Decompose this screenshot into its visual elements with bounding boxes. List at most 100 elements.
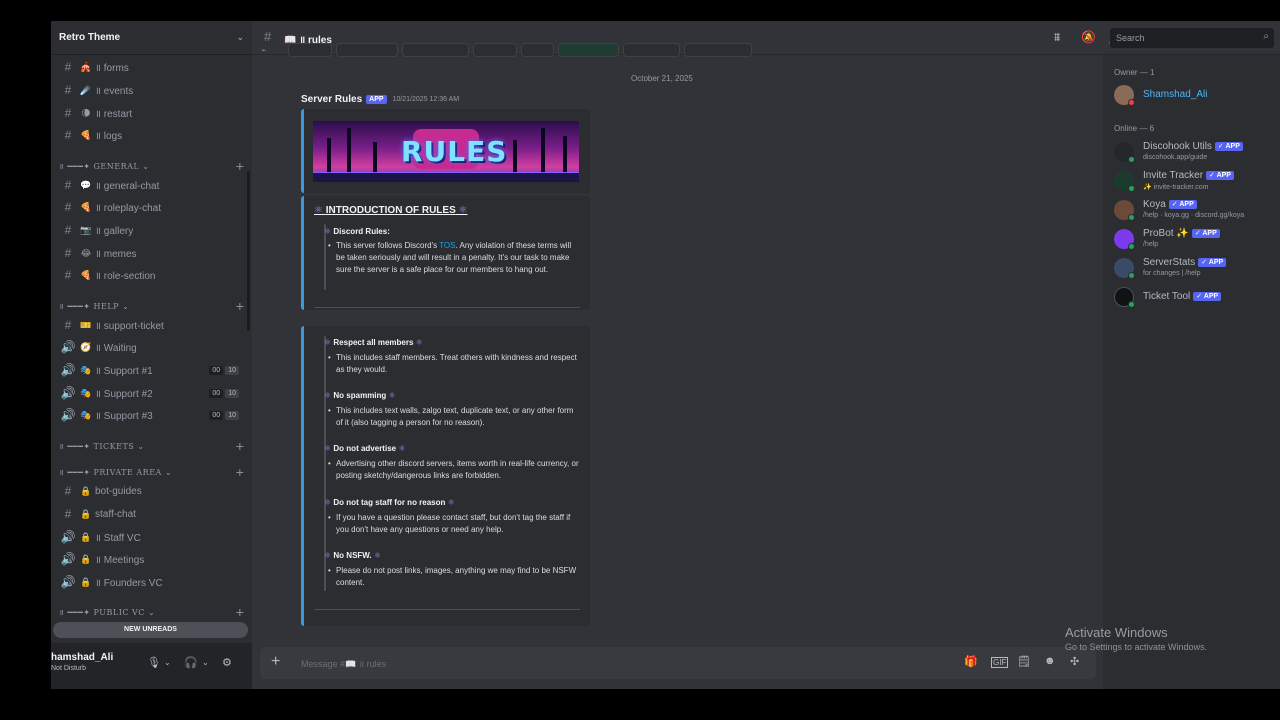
tag-pill[interactable] (623, 43, 680, 57)
category-tickets[interactable]: ॥ ━━━✦ TICKETS ⌄ + (59, 439, 245, 453)
channel-support-ticket[interactable]: # 🎫 ॥ support-ticket (55, 315, 245, 335)
channel-label: ॥ Support #3 (95, 411, 153, 422)
channel-label: ॥ restart (95, 109, 133, 120)
channel-forms[interactable]: # 🎪 ॥ forms (55, 57, 245, 77)
plus-icon[interactable]: + (235, 300, 245, 313)
member-activity: discohook.app/guide (1143, 154, 1208, 161)
tag-pill[interactable] (521, 43, 554, 57)
rule-title-text: Respect all members (333, 338, 414, 347)
sticker-icon[interactable]: 🗒 (1017, 655, 1031, 668)
emoji-icon[interactable]: ☻ (1044, 655, 1056, 667)
username[interactable]: hamshad_Ali (51, 652, 113, 663)
chevron-down-icon: ⌄ (236, 32, 244, 42)
category-label: ॥ ━━━✦ PUBLIC VC ⌄ (59, 607, 156, 617)
sparkle-icon: ⚛ (314, 205, 326, 216)
sidebar-scrollbar[interactable] (247, 171, 250, 331)
category-private-area[interactable]: ॥ ━━━✦ PRIVATE AREA ⌄ + (59, 465, 245, 479)
notification-bell-icon[interactable]: 🔕 (1081, 30, 1096, 44)
user-status: Not Disturb (51, 665, 87, 672)
chevron-down-icon[interactable]: ⌄ (164, 658, 171, 667)
channel-label: ॥ roleplay-chat (95, 203, 162, 214)
tag-pill[interactable] (558, 43, 619, 57)
headphones-icon[interactable]: 🎧 (184, 656, 198, 669)
channel-events[interactable]: # ☄️ ॥ events (55, 80, 245, 100)
threads-icon[interactable]: ⩩ (1054, 30, 1060, 45)
apps-icon[interactable]: ✣ (1070, 655, 1079, 668)
intro-title-text: INTRODUCTION OF RULES (325, 205, 456, 216)
voice-channel-support-1[interactable]: 🔊 🎭 ॥ Support #1 00 10 (55, 360, 245, 380)
channel-restart[interactable]: # 🌘 ॥ restart (55, 103, 245, 123)
voice-channel-meetings[interactable]: 🔊 🔒 ॥ Meetings (55, 549, 245, 569)
online-status-dot (1128, 214, 1135, 221)
tos-link[interactable]: TOS (439, 241, 455, 250)
new-unreads-button[interactable]: NEW UNREADS (53, 622, 248, 638)
channel-role-section[interactable]: # 🍕 ॥ role-section (55, 265, 245, 285)
channel-bot-guides[interactable]: # 🔒 bot-guides (55, 481, 245, 501)
intro-subtitle: ⚛ Discord Rules: (324, 227, 390, 236)
member-name: Shamshad_Ali (1143, 89, 1208, 100)
channel-label: ॥ Support #2 (95, 389, 153, 400)
microphone-icon[interactable]: 🎙 (147, 656, 161, 669)
speaker-icon: 🔊 (60, 408, 76, 422)
member-koya[interactable]: Koya ✓ APP /help · koya.gg · discord.gg/k… (1114, 197, 1279, 223)
category-label: ॥ ━━━✦ GENERAL ⌄ (59, 161, 150, 171)
rules-banner-image[interactable]: RULES (313, 121, 579, 182)
plus-icon[interactable]: + (235, 160, 245, 173)
plus-icon[interactable]: + (235, 466, 245, 479)
member-name-text: Invite Tracker (1143, 170, 1204, 181)
member-name: ProBot ✨ ✓ APP (1143, 228, 1220, 239)
hash-icon: # (64, 106, 72, 120)
category-general[interactable]: ॥ ━━━✦ GENERAL ⌄ + (59, 159, 245, 173)
sparkle-icon: ⚛ (445, 498, 455, 507)
gif-icon[interactable]: GIF (991, 657, 1009, 668)
message-composer[interactable]: + Message #📖 ॥ rules 🎁 GIF 🗒 ☻ ✣ (260, 647, 1096, 679)
message-author[interactable]: Server Rules (301, 94, 362, 105)
gift-icon[interactable]: 🎁 (964, 655, 978, 668)
voice-channel-support-3[interactable]: 🔊 🎭 ॥ Support #3 00 10 (55, 405, 245, 425)
voice-channel-founders-vc[interactable]: 🔊 🔒 ॥ Founders VC (55, 572, 245, 592)
channel-roleplay-chat[interactable]: # 🍕 ॥ roleplay-chat (55, 197, 245, 217)
sparkle-icon: ⚛ (324, 338, 334, 347)
hash-icon: # (64, 507, 72, 521)
member-name-text: ProBot ✨ (1143, 228, 1189, 239)
plus-icon[interactable]: + (235, 606, 245, 619)
channel-logs[interactable]: # 🍕 ॥ logs (55, 125, 245, 145)
member-probot[interactable]: ProBot ✨ ✓ APP /help (1114, 226, 1279, 252)
rule-body: This includes text walls, zalgo text, du… (328, 405, 581, 429)
user-limit: 10 (225, 388, 239, 398)
tag-pill[interactable] (402, 43, 469, 57)
server-header[interactable]: Retro Theme ⌄ (51, 21, 252, 55)
gear-icon[interactable]: ⚙ (222, 656, 232, 669)
tag-pill[interactable] (473, 43, 517, 57)
tag-pill[interactable] (288, 43, 332, 57)
sparkle-icon: ⚛ (324, 551, 334, 560)
voice-channel-waiting[interactable]: 🔊 🧭 ॥ Waiting (55, 337, 245, 357)
member-owner[interactable]: Shamshad_Ali (1114, 82, 1279, 108)
member-serverstats[interactable]: ServerStats ✓ APP for changes | /help (1114, 255, 1279, 281)
voice-channel-staff-vc[interactable]: 🔊 🔒 ॥ Staff VC (55, 527, 245, 547)
channel-memes[interactable]: # 😂 ॥ memes (55, 243, 245, 263)
voice-channel-support-2[interactable]: 🔊 🎭 ॥ Support #2 00 10 (55, 383, 245, 403)
lock-icon: 🔒 (80, 531, 92, 542)
channel-gallery[interactable]: # 📷 ॥ gallery (55, 220, 245, 240)
channel-staff-chat[interactable]: # 🔒 staff-chat (55, 504, 245, 524)
category-help[interactable]: ॥ ━━━✦ HELP ⌄ + (59, 299, 245, 313)
hash-icon: # (64, 223, 72, 237)
channel-general-chat[interactable]: # 💬 ॥ general-chat (55, 175, 245, 195)
tag-pill[interactable] (684, 43, 752, 57)
embed-introduction: ⚛ INTRODUCTION OF RULES ⚛ ⚛ Discord Rule… (301, 196, 590, 310)
category-public-vc[interactable]: ॥ ━━━✦ PUBLIC VC ⌄ + (59, 605, 245, 619)
chevron-down-icon[interactable]: ⌄ (202, 658, 209, 667)
plus-icon[interactable]: + (235, 440, 245, 453)
search-input[interactable]: Search ⌕ (1110, 28, 1274, 48)
sparkle-icon: ⚛ (386, 391, 396, 400)
tag-pill[interactable] (336, 43, 398, 57)
add-attachment-icon[interactable]: + (271, 653, 280, 671)
sparkle-icon: ⚛ (324, 498, 334, 507)
channel-emoji: 🍕 (80, 201, 92, 212)
member-discohook-utils[interactable]: Discohook Utils ✓ APP discohook.app/guide (1114, 139, 1279, 165)
server-name: Retro Theme (59, 32, 121, 43)
member-ticket-tool[interactable]: Ticket Tool ✓ APP (1114, 284, 1279, 310)
member-invite-tracker[interactable]: Invite Tracker ✓ APP ✨ invite-tracker.com (1114, 168, 1279, 194)
channel-label: ॥ general-chat (95, 181, 160, 192)
